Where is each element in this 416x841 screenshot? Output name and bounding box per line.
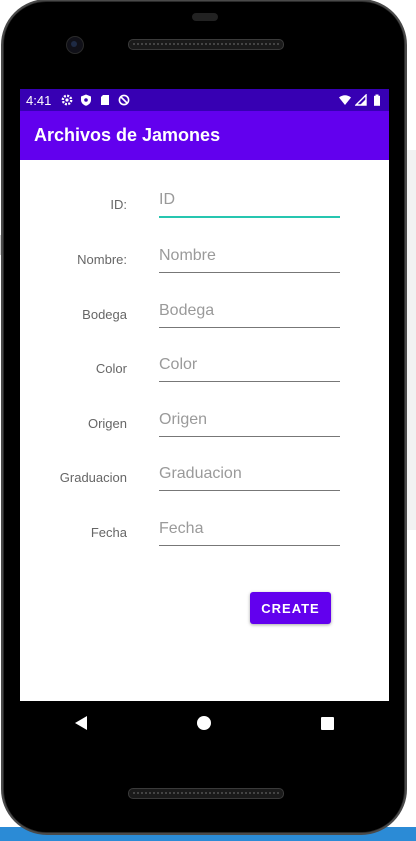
form-row-graduacion: Graduacion xyxy=(20,457,389,497)
form-row-bodega: Bodega xyxy=(20,294,389,334)
fecha-field[interactable] xyxy=(159,512,340,546)
app-title: Archivos de Jamones xyxy=(34,125,221,145)
color-field[interactable] xyxy=(159,348,340,382)
id-field[interactable] xyxy=(159,184,340,218)
form-row-color: Color xyxy=(20,348,389,388)
status-time: 4:41 xyxy=(26,92,52,108)
app-bar: Archivos de Jamones xyxy=(20,111,389,160)
form-row-origen: Origen xyxy=(20,403,389,443)
do-not-disturb-icon xyxy=(118,94,130,106)
wifi-icon xyxy=(339,95,351,105)
back-icon[interactable] xyxy=(75,716,87,730)
graduacion-field[interactable] xyxy=(159,457,340,491)
bodega-field[interactable] xyxy=(159,294,340,328)
earpiece-speaker xyxy=(128,39,284,50)
id-label: ID: xyxy=(110,197,127,212)
navigation-bar xyxy=(20,701,389,745)
recents-icon[interactable] xyxy=(321,716,334,730)
bottom-speaker xyxy=(128,788,284,799)
shield-icon xyxy=(81,94,92,106)
status-system-icons xyxy=(339,94,383,106)
home-icon[interactable] xyxy=(197,716,211,730)
settings-icon xyxy=(61,94,73,106)
status-notification-icons xyxy=(61,94,130,106)
background-window-edge xyxy=(405,150,416,530)
status-bar: 4:41 xyxy=(20,89,389,111)
create-button[interactable]: CREATE xyxy=(250,592,331,624)
nombre-field[interactable] xyxy=(159,239,340,273)
battery-icon xyxy=(374,94,380,106)
origen-field[interactable] xyxy=(159,403,340,437)
device-top-slot xyxy=(192,13,218,21)
graduacion-label: Graduacion xyxy=(59,470,127,485)
phone-screen: 4:41 Archivos de Jamones ID: ID Nombre: … xyxy=(20,89,389,701)
bodega-label: Bodega xyxy=(82,307,127,322)
nombre-label: Nombre: xyxy=(77,252,127,267)
form-row-nombre: Nombre: xyxy=(20,239,389,279)
color-label: Color xyxy=(95,361,127,376)
front-camera xyxy=(66,36,84,54)
origen-label: Origen xyxy=(87,416,127,431)
sd-card-icon xyxy=(101,95,110,105)
form-row-fecha: Fecha xyxy=(20,512,389,552)
signal-icon xyxy=(355,94,367,106)
fecha-label: Fecha xyxy=(90,525,127,540)
form-row-id: ID: xyxy=(20,184,389,224)
